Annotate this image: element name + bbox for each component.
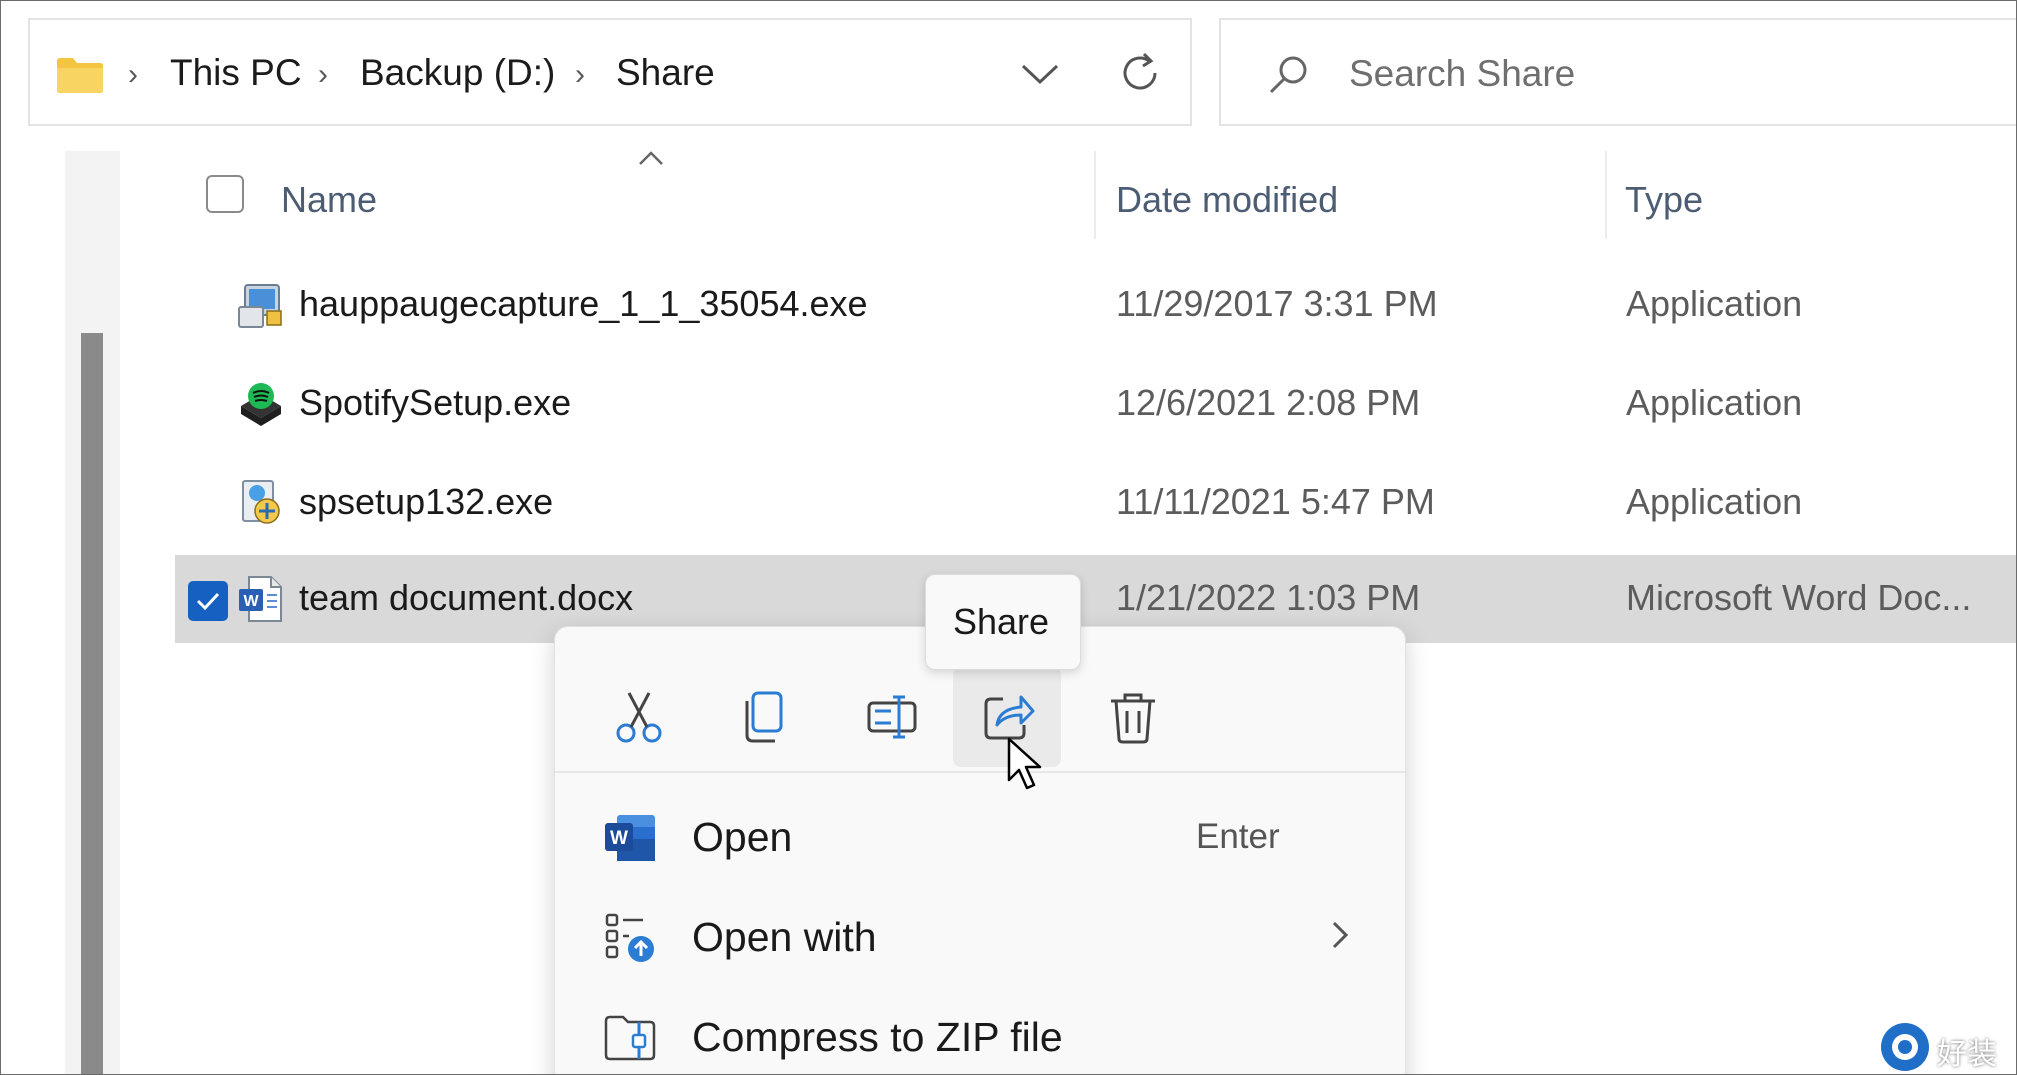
tooltip-text: Share <box>953 601 1050 642</box>
file-date-modified: 11/11/2021 5:47 PM <box>1116 481 1435 522</box>
folder-icon <box>55 55 105 100</box>
watermark-icon <box>1881 1023 1929 1071</box>
file-name: spsetup132.exe <box>299 481 554 522</box>
menu-item-label: Open with <box>692 914 877 960</box>
row-checkbox-checked[interactable] <box>188 581 228 621</box>
copy-button[interactable] <box>711 667 819 767</box>
refresh-icon[interactable] <box>1115 48 1165 98</box>
watermark-logo: 好装机 <box>1881 1023 2011 1073</box>
address-bar[interactable]: › This PC › Backup (D:) › Share <box>28 18 1192 126</box>
file-date-modified: 12/6/2021 2:08 PM <box>1116 382 1421 423</box>
select-all-checkbox[interactable] <box>206 175 244 213</box>
installer-icon <box>237 281 285 329</box>
setup-icon <box>237 479 285 527</box>
menu-item-open-with[interactable]: Open with <box>555 889 1405 985</box>
word-doc-icon: W <box>237 575 285 623</box>
svg-text:W: W <box>610 828 628 849</box>
breadcrumb-chevron-icon: › <box>575 58 585 91</box>
zip-folder-icon <box>603 1011 657 1065</box>
breadcrumb-chevron-icon: › <box>128 58 138 91</box>
spotify-icon <box>237 380 285 428</box>
menu-divider <box>555 771 1405 773</box>
file-type: Application <box>1626 283 1803 324</box>
watermark-text: 好装机 <box>1937 1037 1997 1072</box>
breadcrumb-chevron-icon: › <box>318 58 328 91</box>
menu-item-label: Open <box>692 814 793 860</box>
share-tooltip: Share <box>925 574 1081 670</box>
cut-button[interactable] <box>585 667 693 767</box>
delete-button[interactable] <box>1079 667 1187 767</box>
file-row[interactable]: spsetup132.exe 11/11/2021 5:47 PM Applic… <box>175 459 2016 547</box>
scrollbar-thumb[interactable] <box>81 333 103 1074</box>
file-row[interactable]: SpotifySetup.exe 12/6/2021 2:08 PM Appli… <box>175 360 2016 448</box>
column-divider[interactable] <box>1094 151 1096 239</box>
chevron-down-icon[interactable] <box>1015 52 1065 96</box>
menu-item-label: Compress to ZIP file <box>692 1014 1063 1060</box>
column-header-name[interactable]: Name <box>281 179 377 221</box>
chevron-right-icon <box>1325 915 1355 960</box>
file-name: team document.docx <box>299 577 634 618</box>
file-date-modified: 1/21/2022 1:03 PM <box>1116 577 1421 618</box>
breadcrumb-share[interactable]: Share <box>616 52 715 94</box>
file-row[interactable]: hauppaugecapture_1_1_35054.exe 11/29/201… <box>175 261 2016 349</box>
svg-text:W: W <box>243 593 259 610</box>
rename-button[interactable] <box>837 667 945 767</box>
column-header-date-modified[interactable]: Date modified <box>1116 179 1338 221</box>
menu-item-open[interactable]: W Open Enter <box>555 789 1405 885</box>
menu-item-compress-zip[interactable]: Compress to ZIP file <box>555 989 1405 1074</box>
file-name: hauppaugecapture_1_1_35054.exe <box>299 283 868 324</box>
file-name: SpotifySetup.exe <box>299 382 572 423</box>
file-type: Microsoft Word Doc... <box>1626 577 1972 618</box>
file-explorer-window: › This PC › Backup (D:) › Share Search S… <box>0 0 2017 1075</box>
mouse-cursor-icon <box>1006 736 1046 801</box>
column-divider[interactable] <box>1605 151 1607 239</box>
breadcrumb-this-pc[interactable]: This PC <box>170 52 302 94</box>
search-input[interactable] <box>1347 48 1911 100</box>
menu-item-shortcut: Enter <box>1196 817 1280 856</box>
search-icon <box>1265 52 1311 103</box>
breadcrumb-backup-drive[interactable]: Backup (D:) <box>360 52 555 94</box>
context-menu: W Open Enter Open with Compress to ZIP f… <box>554 626 1406 1074</box>
open-with-icon <box>603 911 657 965</box>
file-type: Application <box>1626 481 1803 522</box>
search-box[interactable] <box>1219 18 2016 126</box>
column-header-type[interactable]: Type <box>1625 179 1703 221</box>
sort-ascending-icon <box>637 149 665 172</box>
file-type: Application <box>1626 382 1803 423</box>
file-date-modified: 11/29/2017 3:31 PM <box>1116 283 1438 324</box>
word-icon: W <box>603 811 657 865</box>
